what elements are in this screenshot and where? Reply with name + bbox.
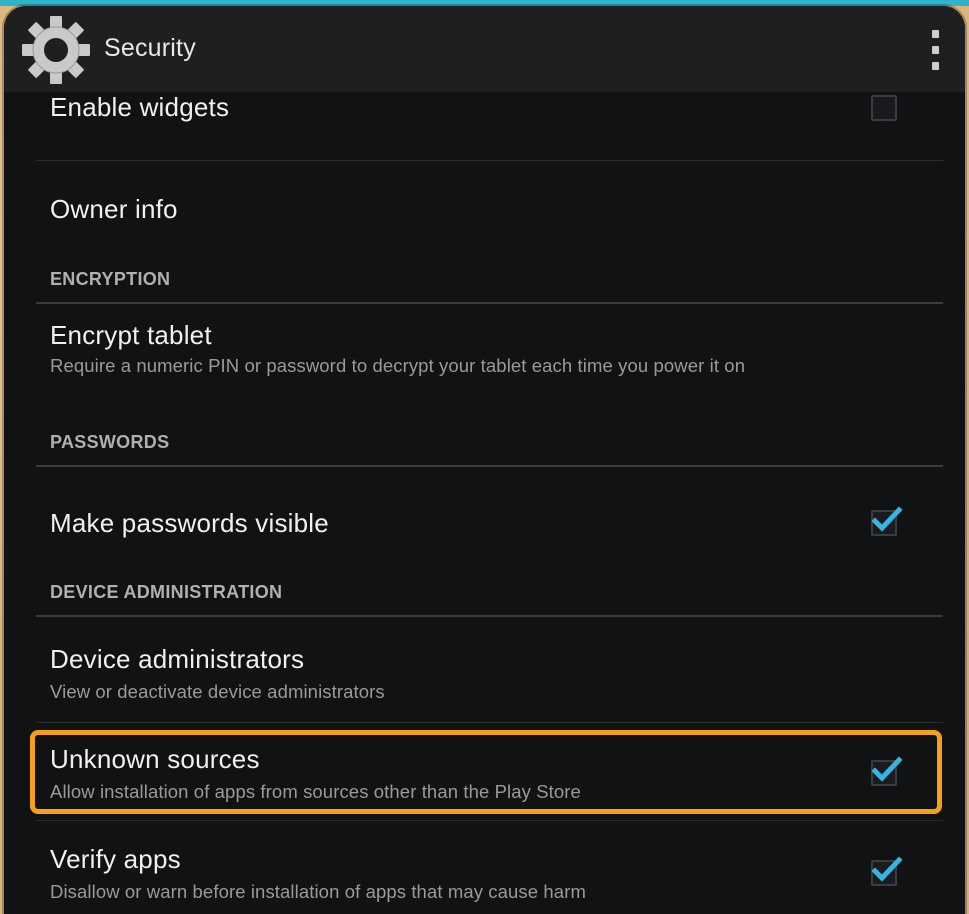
setting-summary: Allow installation of apps from sources … bbox=[50, 781, 581, 802]
category-encryption: ENCRYPTION bbox=[50, 269, 171, 289]
checkmark-icon bbox=[871, 856, 903, 882]
setting-title: Verify apps bbox=[50, 844, 181, 874]
overflow-dot bbox=[931, 46, 939, 54]
setting-title: Encrypt tablet bbox=[50, 320, 212, 350]
divider bbox=[36, 160, 943, 161]
setting-encrypt-tablet[interactable]: Encrypt tablet Require a numeric PIN or … bbox=[36, 312, 945, 410]
overflow-menu-icon[interactable] bbox=[929, 30, 941, 70]
gear-icon[interactable] bbox=[20, 14, 92, 86]
category-device-administration: DEVICE ADMINISTRATION bbox=[50, 582, 283, 602]
setting-summary: View or deactivate device administrators bbox=[50, 681, 385, 702]
make-passwords-visible-checkbox[interactable] bbox=[871, 506, 903, 536]
checkmark-icon bbox=[871, 506, 903, 532]
setting-unknown-sources[interactable]: Unknown sources Allow installation of ap… bbox=[36, 732, 945, 814]
category-divider bbox=[36, 615, 943, 617]
setting-device-administrators[interactable]: Device administrators View or deactivate… bbox=[36, 626, 945, 714]
settings-list: Enable widgets Owner info ENCRYPTION Enc… bbox=[4, 92, 965, 914]
overflow-dot bbox=[931, 62, 939, 70]
setting-summary: Require a numeric PIN or password to dec… bbox=[50, 355, 746, 376]
setting-verify-apps[interactable]: Verify apps Disallow or warn before inst… bbox=[36, 828, 945, 914]
setting-title: Enable widgets bbox=[50, 92, 230, 122]
category-divider bbox=[36, 302, 943, 304]
divider bbox=[36, 722, 943, 723]
unknown-sources-checkbox[interactable] bbox=[871, 756, 903, 786]
setting-enable-widgets[interactable]: Enable widgets bbox=[36, 90, 945, 154]
setting-summary: Disallow or warn before installation of … bbox=[50, 881, 586, 902]
page-title: Security bbox=[104, 34, 196, 62]
divider bbox=[36, 820, 943, 821]
settings-screen: Security Enable widgets Owner info ENCRY… bbox=[4, 6, 965, 914]
setting-title: Owner info bbox=[50, 194, 178, 224]
action-bar: Security bbox=[4, 6, 965, 92]
overflow-dot bbox=[931, 30, 939, 38]
category-divider bbox=[36, 465, 943, 467]
enable-widgets-checkbox[interactable] bbox=[871, 95, 897, 121]
setting-title: Device administrators bbox=[50, 644, 305, 674]
category-passwords: PASSWORDS bbox=[50, 432, 170, 452]
setting-make-passwords-visible[interactable]: Make passwords visible bbox=[36, 476, 945, 576]
setting-title: Make passwords visible bbox=[50, 508, 329, 538]
verify-apps-checkbox[interactable] bbox=[871, 856, 903, 886]
setting-owner-info[interactable]: Owner info bbox=[36, 172, 945, 242]
checkmark-icon bbox=[871, 756, 903, 782]
setting-title: Unknown sources bbox=[50, 744, 260, 774]
